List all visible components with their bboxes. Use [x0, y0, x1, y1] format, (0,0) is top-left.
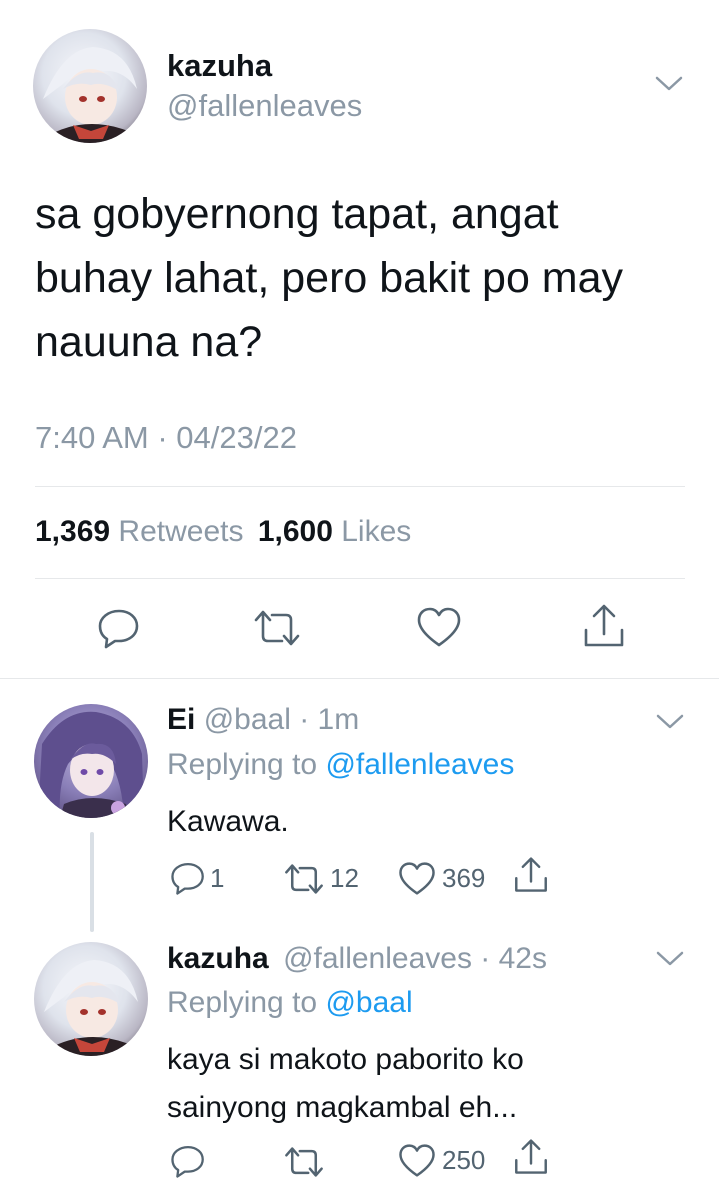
replying-to-label: Replying to — [167, 748, 318, 781]
main-tweet-text: sa gobyernong tapat, angat buhay lahat, … — [35, 182, 695, 374]
tweet-text-line: sainyong magkambal eh... — [167, 1091, 518, 1124]
reply-icon[interactable] — [170, 860, 206, 896]
chevron-down-icon[interactable] — [655, 949, 685, 969]
retweets-label[interactable]: Retweets — [118, 515, 243, 548]
main-avatar[interactable] — [33, 29, 147, 143]
tweet-text-line: buhay lahat, pero bakit po may — [35, 254, 624, 302]
reply-icon[interactable] — [170, 1143, 206, 1179]
thread-line — [90, 832, 94, 932]
like-count: 369 — [442, 863, 486, 893]
reply2-replying-to: Replying to @baal — [167, 986, 413, 1020]
likes-label[interactable]: Likes — [341, 515, 411, 548]
tweet-text-line: sa gobyernong tapat, angat — [35, 190, 559, 238]
retweet-icon[interactable] — [283, 862, 325, 896]
replying-to-handle[interactable]: @fallenleaves — [325, 748, 514, 781]
retweet-icon[interactable] — [283, 1145, 325, 1179]
reply2-header: kazuha @fallenleaves · 42s — [167, 942, 547, 976]
divider — [35, 578, 685, 579]
reply1-handle-time[interactable]: @baal · 1m — [204, 703, 360, 736]
likes-count[interactable]: 1,600 — [258, 515, 333, 548]
like-count: 250 — [442, 1145, 486, 1175]
engagement-stats: 1,369 Retweets 1,600 Likes — [35, 515, 411, 549]
heart-icon[interactable] — [398, 1143, 436, 1178]
reply1-avatar[interactable] — [34, 704, 148, 818]
tweet-text-line: kaya si makoto paborito ko — [167, 1043, 524, 1076]
reply2-author-name[interactable]: kazuha — [167, 942, 269, 975]
reply2-text: kaya si makoto paborito ko sainyong magk… — [167, 1036, 524, 1132]
avatar-image — [38, 711, 144, 818]
reply-count: 1 — [210, 863, 225, 893]
tweet-text-line: nauuna na? — [35, 318, 263, 366]
heart-icon[interactable] — [398, 861, 436, 896]
reply2-avatar[interactable] — [34, 942, 148, 1056]
reply1-text: Kawawa. — [167, 805, 289, 838]
avatar-image — [44, 960, 138, 1056]
retweets-count[interactable]: 1,369 — [35, 515, 110, 548]
reply1-author-name[interactable]: Ei — [167, 703, 195, 736]
main-author-name[interactable]: kazuha — [167, 48, 272, 84]
heart-icon[interactable] — [416, 606, 462, 648]
chevron-down-icon[interactable] — [655, 712, 685, 732]
main-timestamp[interactable]: 7:40 AM · 04/23/22 — [35, 420, 297, 456]
share-icon[interactable] — [513, 855, 549, 895]
chevron-down-icon[interactable] — [654, 74, 684, 94]
retweet-icon[interactable] — [252, 608, 302, 648]
divider — [0, 678, 719, 679]
share-icon[interactable] — [513, 1137, 549, 1177]
reply-icon[interactable] — [97, 606, 141, 650]
reply2-handle-time[interactable]: @fallenleaves · 42s — [283, 942, 547, 975]
avatar-image — [43, 47, 137, 143]
retweet-count: 12 — [330, 863, 359, 893]
reply1-header: Ei @baal · 1m — [167, 703, 359, 737]
divider — [35, 486, 685, 487]
reply1-replying-to: Replying to @fallenleaves — [167, 748, 514, 782]
replying-to-label: Replying to — [167, 986, 318, 1019]
share-icon[interactable] — [582, 602, 626, 650]
replying-to-handle[interactable]: @baal — [325, 986, 412, 1019]
main-author-handle[interactable]: @fallenleaves — [167, 88, 362, 124]
